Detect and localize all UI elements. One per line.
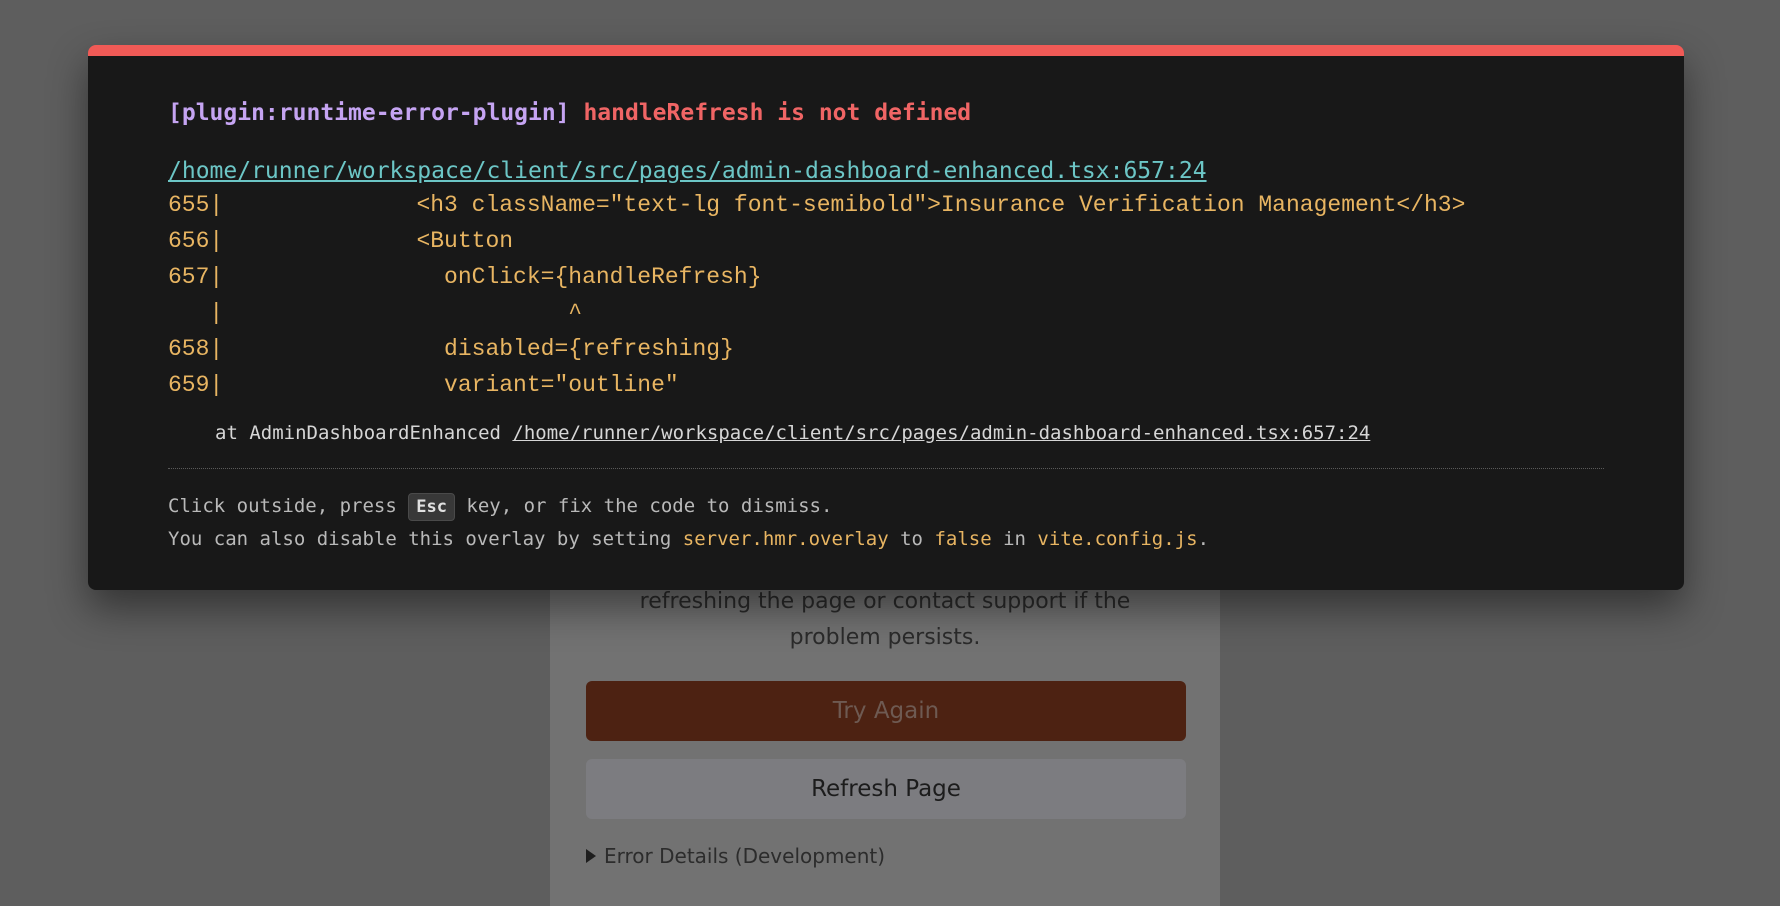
disable-overlay-tip: You can also disable this overlay by set… <box>168 528 1209 550</box>
config-file-code: vite.config.js <box>1037 528 1198 550</box>
code-line: 656| <Button <box>168 228 514 254</box>
code-frame: 655| <h3 className="text-lg font-semibol… <box>168 187 1465 403</box>
stack-trace: at AdminDashboardEnhanced /home/runner/w… <box>215 422 1370 444</box>
error-details-toggle[interactable]: Error Details (Development) <box>586 844 885 868</box>
try-again-button[interactable]: Try Again <box>586 681 1186 741</box>
error-boundary-message: refreshing the page or contact support i… <box>590 584 1180 656</box>
dismiss-tip: Click outside, press Esc key, or fix the… <box>168 493 832 521</box>
error-boundary-message-line2: problem persists. <box>789 625 981 650</box>
code-line: 659| variant="outline" <box>168 372 679 398</box>
config-key-code: server.hmr.overlay <box>682 528 889 550</box>
tip-text: to <box>888 528 935 550</box>
config-value-code: false <box>934 528 992 550</box>
code-line: 655| <h3 className="text-lg font-semibol… <box>168 192 1466 218</box>
disclosure-triangle-icon <box>586 849 596 863</box>
tip-text: in <box>991 528 1038 550</box>
divider <box>168 468 1604 469</box>
error-overlay[interactable]: [plugin:runtime-error-plugin] handleRefr… <box>88 45 1684 590</box>
stack-file-link[interactable]: /home/runner/workspace/client/src/pages/… <box>512 422 1370 444</box>
stack-prefix: at AdminDashboardEnhanced <box>215 422 513 444</box>
tip-text: You can also disable this overlay by set… <box>168 528 683 550</box>
error-details-label: Error Details (Development) <box>604 844 886 868</box>
error-message: handleRefresh is not defined <box>583 100 972 126</box>
error-file-link[interactable]: /home/runner/workspace/client/src/pages/… <box>168 158 1207 184</box>
tip-text: Click outside, press <box>168 495 409 517</box>
esc-key: Esc <box>408 493 455 521</box>
code-pointer-line: | ^ <box>168 300 583 326</box>
tip-text: . <box>1197 528 1210 550</box>
tip-text: key, or fix the code to dismiss. <box>454 495 833 517</box>
code-line: 658| disabled={refreshing} <box>168 336 734 362</box>
code-line: 657| onClick={handleRefresh} <box>168 264 762 290</box>
refresh-page-button[interactable]: Refresh Page <box>586 759 1186 819</box>
plugin-tag: [plugin:runtime-error-plugin] <box>168 100 570 126</box>
error-header: [plugin:runtime-error-plugin] handleRefr… <box>168 100 971 126</box>
